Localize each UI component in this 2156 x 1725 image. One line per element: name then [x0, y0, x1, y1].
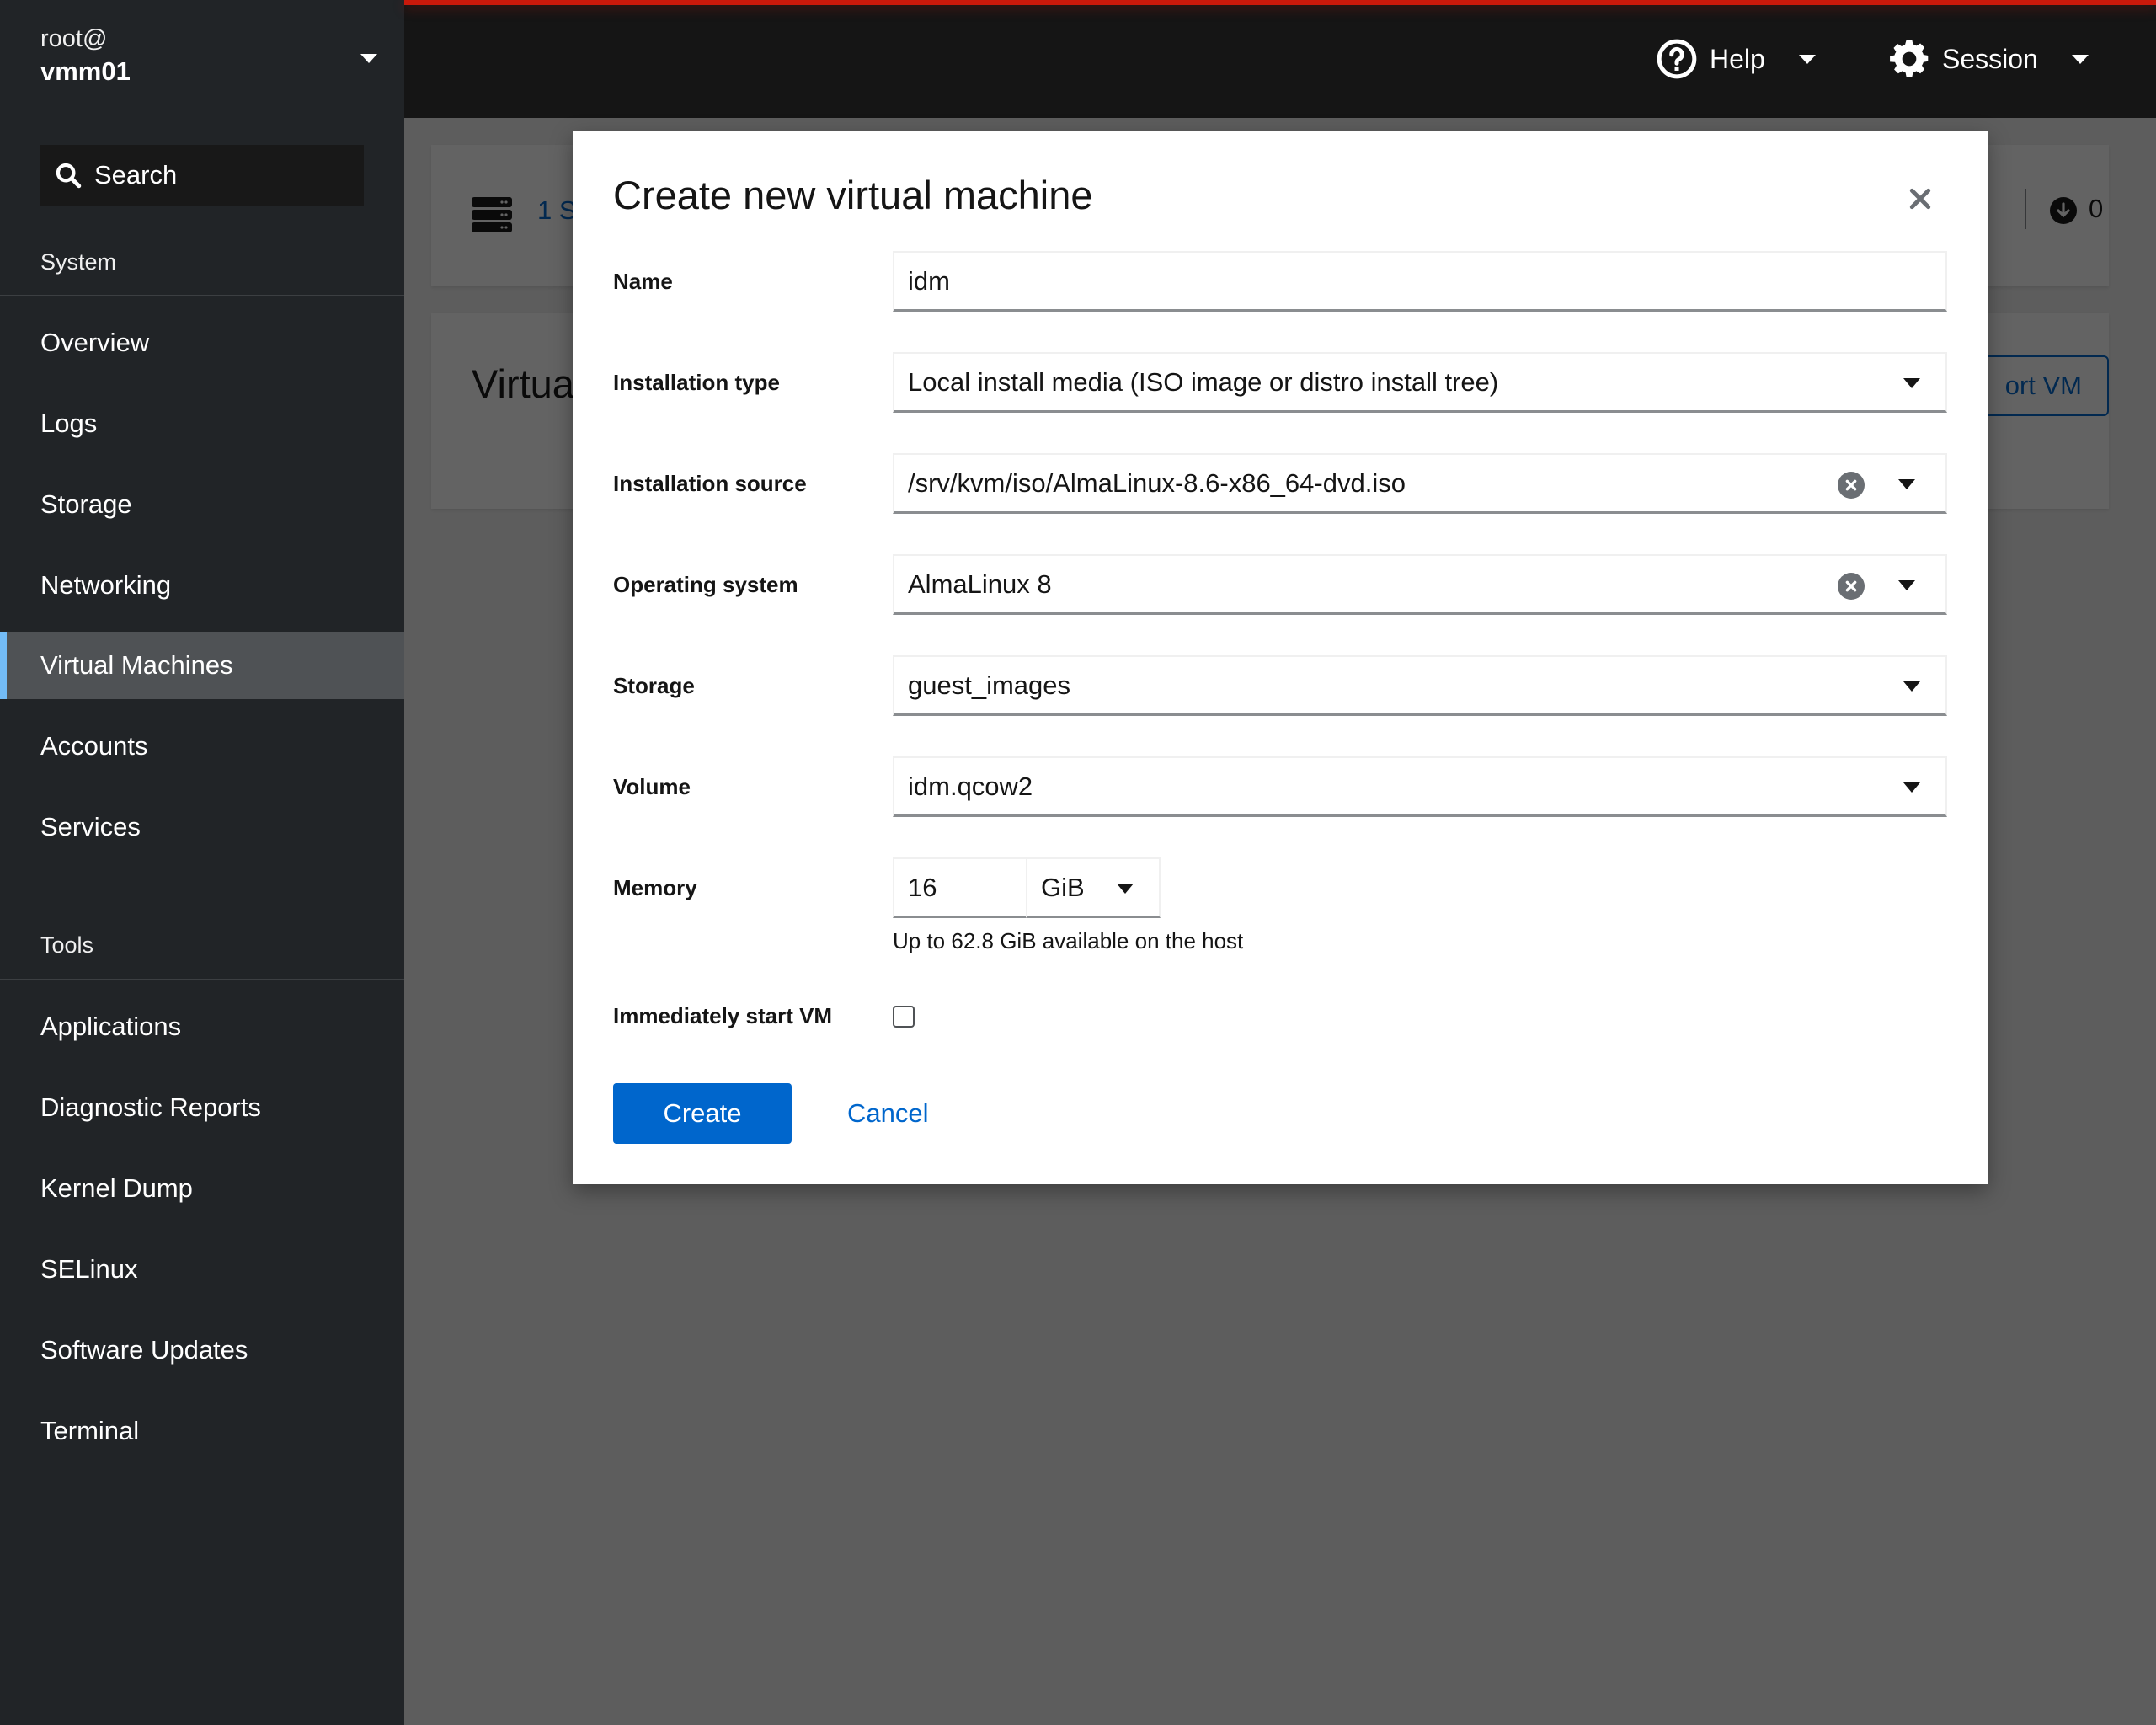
- memory-unit-select[interactable]: GiB: [1026, 857, 1161, 918]
- caret-down-icon: [1903, 782, 1920, 793]
- form-row-installation-type: Installation type Local install media (I…: [613, 352, 1947, 413]
- operating-system-value: AlmaLinux 8: [908, 569, 1052, 599]
- name-label: Name: [613, 268, 673, 294]
- accent-bar: [404, 0, 2156, 5]
- section-title-tools: Tools: [40, 932, 94, 958]
- form-row-operating-system: Operating system AlmaLinux 8: [613, 554, 1947, 615]
- chevron-down-icon: [2071, 54, 2089, 64]
- chevron-down-icon: [360, 54, 377, 63]
- help-menu-button[interactable]: Help: [1656, 34, 1816, 84]
- sidebar-item-accounts[interactable]: Accounts: [0, 713, 404, 780]
- form-row-memory: Memory 16 GiB Up to 62.8 GiB available o…: [613, 857, 1947, 984]
- form-row-storage: Storage guest_images: [613, 655, 1947, 716]
- start-vm-label: Immediately start VM: [613, 1002, 833, 1028]
- help-icon: [1657, 39, 1697, 79]
- session-label: Session: [1942, 43, 2038, 74]
- close-button[interactable]: [1903, 182, 1937, 216]
- installation-source-typeahead[interactable]: /srv/kvm/iso/AlmaLinux-8.6-x86_64-dvd.is…: [893, 453, 1947, 514]
- installation-type-label: Installation type: [613, 369, 780, 395]
- caret-down-icon[interactable]: [1898, 580, 1915, 590]
- form-row-installation-source: Installation source /srv/kvm/iso/AlmaLin…: [613, 453, 1947, 514]
- volume-label: Volume: [613, 773, 691, 799]
- memory-unit-value: GiB: [1041, 872, 1085, 902]
- sidebar-item-applications[interactable]: Applications: [0, 993, 404, 1060]
- sidebar: root@ vmm01 Search System Overview Logs …: [0, 0, 404, 1725]
- create-vm-dialog: Create new virtual machine Name idm Inst…: [573, 131, 1988, 1184]
- divider: [0, 295, 404, 296]
- sidebar-item-selinux[interactable]: SELinux: [0, 1236, 404, 1303]
- caret-down-icon: [1117, 884, 1134, 894]
- sidebar-item-storage[interactable]: Storage: [0, 471, 404, 538]
- volume-select[interactable]: idm.qcow2: [893, 756, 1947, 817]
- operating-system-typeahead[interactable]: AlmaLinux 8: [893, 554, 1947, 615]
- installation-source-label: Installation source: [613, 470, 807, 496]
- help-label: Help: [1710, 43, 1765, 74]
- search-icon: [56, 163, 82, 189]
- storage-select[interactable]: guest_images: [893, 655, 1947, 716]
- storage-label: Storage: [613, 672, 695, 698]
- installation-source-value: /srv/kvm/iso/AlmaLinux-8.6-x86_64-dvd.is…: [908, 467, 1406, 498]
- storage-value: guest_images: [908, 670, 1071, 700]
- caret-down-icon[interactable]: [1898, 479, 1915, 489]
- search-label: Search: [94, 160, 178, 190]
- section-title-system: System: [40, 249, 117, 275]
- host-switcher[interactable]: root@ vmm01: [40, 24, 377, 108]
- form-row-volume: Volume idm.qcow2: [613, 756, 1947, 817]
- form-row-start-vm: Immediately start VM: [613, 985, 1947, 1046]
- cancel-button[interactable]: Cancel: [847, 1083, 929, 1144]
- session-menu-button[interactable]: Session: [1888, 34, 2089, 84]
- clear-icon[interactable]: [1838, 472, 1865, 499]
- sidebar-item-services[interactable]: Services: [0, 793, 404, 861]
- sidebar-item-networking[interactable]: Networking: [0, 552, 404, 619]
- sidebar-item-diagnostic-reports[interactable]: Diagnostic Reports: [0, 1074, 404, 1141]
- clear-icon[interactable]: [1838, 573, 1865, 600]
- sidebar-item-logs[interactable]: Logs: [0, 390, 404, 457]
- sidebar-item-kernel-dump[interactable]: Kernel Dump: [0, 1155, 404, 1222]
- memory-label: Memory: [613, 874, 697, 900]
- sidebar-item-terminal[interactable]: Terminal: [0, 1397, 404, 1465]
- name-input[interactable]: idm: [893, 251, 1947, 312]
- caret-down-icon: [1903, 681, 1920, 692]
- divider: [0, 979, 404, 980]
- sidebar-item-virtual-machines[interactable]: Virtual Machines: [0, 632, 404, 699]
- host-name: vmm01: [40, 56, 131, 86]
- start-vm-checkbox[interactable]: [893, 1006, 915, 1028]
- memory-value: 16: [908, 872, 937, 902]
- top-header: Help Session: [404, 0, 2156, 118]
- operating-system-label: Operating system: [613, 571, 798, 597]
- host-user: root@: [40, 25, 108, 52]
- caret-down-icon: [1903, 378, 1920, 388]
- installation-type-value: Local install media (ISO image or distro…: [908, 366, 1499, 397]
- sidebar-item-software-updates[interactable]: Software Updates: [0, 1316, 404, 1384]
- memory-input[interactable]: 16: [893, 857, 1027, 918]
- form-row-name: Name idm: [613, 251, 1947, 312]
- sidebar-item-overview[interactable]: Overview: [0, 309, 404, 377]
- chevron-down-icon: [1798, 54, 1816, 64]
- create-button[interactable]: Create: [613, 1083, 792, 1144]
- name-value: idm: [908, 265, 950, 296]
- gear-icon: [1890, 40, 1929, 77]
- search-input[interactable]: Search: [40, 145, 364, 206]
- memory-helper-text: Up to 62.8 GiB available on the host: [893, 928, 1244, 953]
- installation-type-select[interactable]: Local install media (ISO image or distro…: [893, 352, 1947, 413]
- volume-value: idm.qcow2: [908, 771, 1033, 801]
- dialog-title: Create new virtual machine: [613, 173, 1093, 217]
- close-icon: [1909, 188, 1931, 210]
